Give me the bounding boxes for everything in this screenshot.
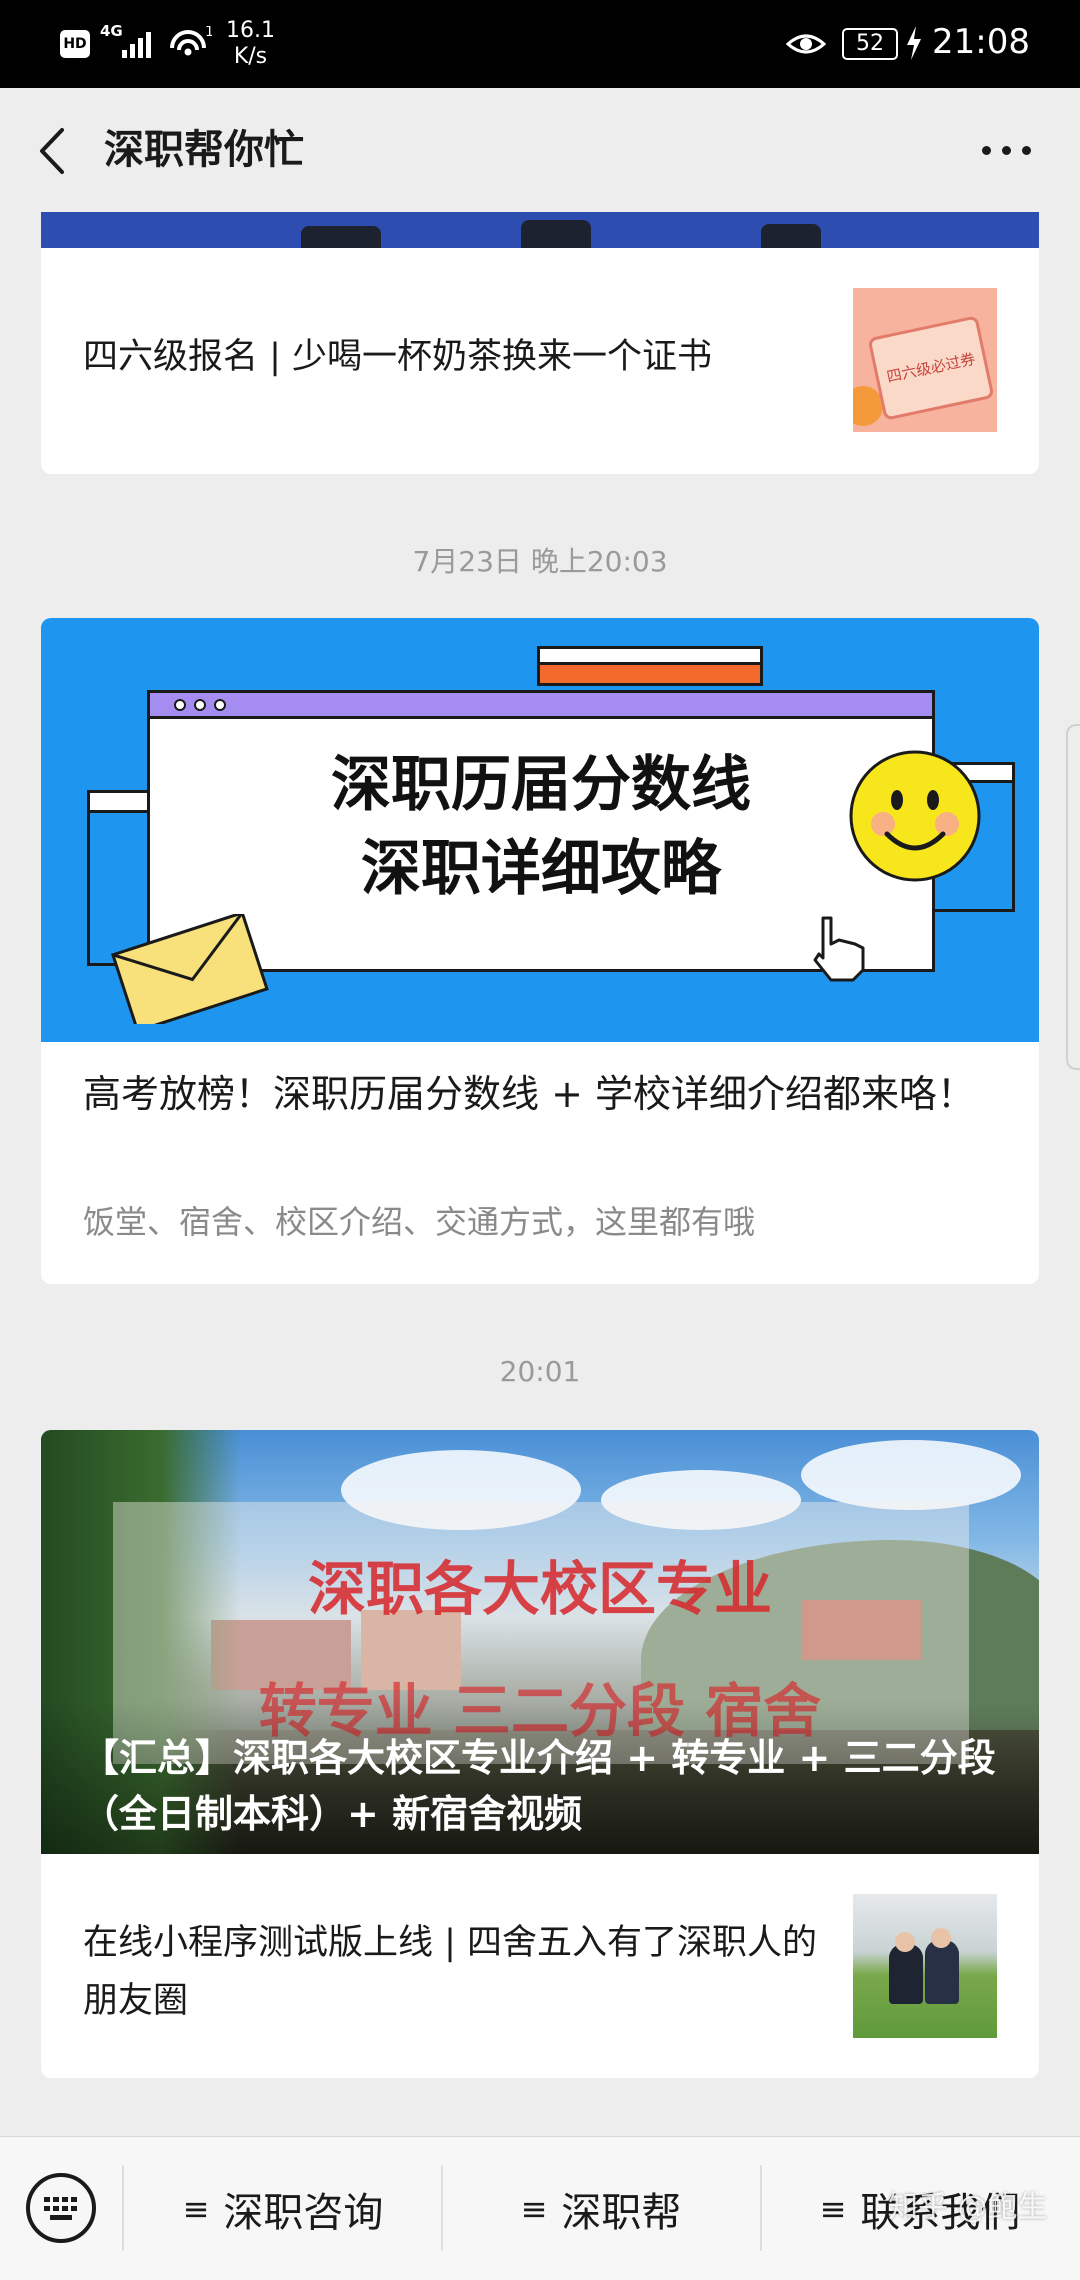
status-bar: HD 4G 1 16.1 K/s 52 21:08 (0, 0, 1080, 88)
envelope-icon (109, 910, 269, 1033)
net-speed-unit: K/s (233, 44, 268, 69)
article-subtitle: 饭堂、宿舍、校区介绍、交通方式，这里都有哦 (83, 1203, 756, 1241)
thumbnail-text: 四六级必过券 (867, 315, 995, 421)
article-title[interactable]: 【汇总】深职各大校区专业介绍 + 转专业 + 三二分段（全日制本科）+ 新宿舍视… (81, 1730, 1011, 1842)
article-thumbnail[interactable] (853, 1894, 997, 2038)
article-title[interactable]: 在线小程序测试版上线 | 四舍五入有了深职人的朋友圈 (83, 1914, 823, 2030)
hd-indicator: HD (60, 30, 90, 58)
charging-icon (905, 26, 923, 64)
network-type: 4G (100, 22, 123, 40)
net-speed-value: 16.1 (226, 18, 275, 43)
menu-item-label: 深职咨询 (223, 2190, 384, 2236)
menu-list-icon: ≡ (182, 2190, 210, 2228)
banner-subheadline: 深职详细攻略 (361, 834, 721, 904)
article-banner[interactable]: 深职历届分数线 深职详细攻略 (41, 618, 1039, 1042)
article-card[interactable]: 四六级报名 | 少喝一杯奶茶换来一个证书 四六级必过券 (41, 212, 1039, 474)
smiley-icon (847, 748, 983, 888)
timestamp: 20:01 (499, 1355, 581, 1388)
message-feed[interactable]: 四六级报名 | 少喝一杯奶茶换来一个证书 四六级必过券 7月23日 晚上20:0… (0, 212, 1080, 2136)
page-title: 深职帮你忙 (104, 127, 304, 173)
more-dots-icon[interactable] (982, 146, 1032, 156)
hotspot-icon: 1 (168, 24, 214, 64)
battery-level: 52 (842, 28, 898, 60)
scroll-indicator[interactable] (1066, 724, 1080, 1070)
menu-list-icon: ≡ (819, 2190, 847, 2228)
eye-comfort-icon (785, 30, 827, 62)
hotspot-count: 1 (205, 26, 212, 40)
nav-bar: 深职帮你忙 (0, 88, 1080, 212)
watermark: 知乎 @鲍生 (888, 2190, 1048, 2225)
banner-headline: 深职历届分数线 (331, 750, 751, 820)
window-graphic (537, 646, 763, 686)
timestamp: 7月23日 晚上20:03 (412, 545, 668, 578)
article-banner[interactable]: 深职各大校区专业 转专业 三二分段 宿舍 【汇总】深职各大校区专业介绍 + 转专… (41, 1430, 1039, 1854)
clock: 21:08 (932, 22, 1030, 62)
menu-item-consult[interactable]: ≡ 深职咨询 (124, 2137, 442, 2280)
pointer-hand-icon (809, 914, 869, 988)
article-title[interactable]: 四六级报名 | 少喝一杯奶茶换来一个证书 (83, 334, 712, 380)
menu-item-label: 深职帮 (561, 2190, 682, 2236)
article-title[interactable]: 高考放榜！深职历届分数线 + 学校详细介绍都来咯！ (83, 1066, 1003, 1122)
menu-list-icon: ≡ (520, 2190, 548, 2228)
banner-headline: 深职各大校区专业 (307, 1555, 772, 1623)
signal-icon (122, 28, 158, 58)
menu-item-help[interactable]: ≡ 深职帮 (442, 2137, 760, 2280)
keyboard-icon[interactable] (26, 2173, 96, 2243)
chevron-left-icon[interactable] (34, 126, 74, 176)
article-card[interactable]: 深职历届分数线 深职详细攻略 高考放榜！深职历届分数线 + 学校详细介绍都来咯！… (41, 618, 1039, 1284)
article-thumbnail[interactable]: 四六级必过券 (853, 288, 997, 432)
article-card[interactable]: 深职各大校区专业 转专业 三二分段 宿舍 【汇总】深职各大校区专业介绍 + 转专… (41, 1430, 1039, 2078)
banner-image-partial (41, 212, 1039, 248)
net-speed: 16.1 K/s (226, 18, 275, 70)
